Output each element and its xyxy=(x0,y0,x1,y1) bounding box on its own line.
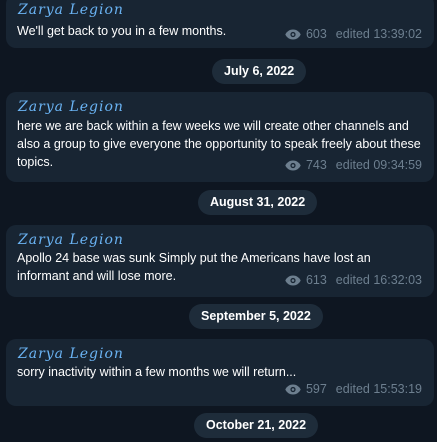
message-time: edited 13:39:02 xyxy=(335,27,422,41)
date-separator[interactable]: October 21, 2022 xyxy=(194,413,319,438)
views-count: 743 xyxy=(305,158,327,172)
eye-icon xyxy=(285,29,301,39)
message-author[interactable]: Zarya Legion xyxy=(18,99,124,115)
views-count: 603 xyxy=(305,27,327,41)
message-text: sorry inactivity within a few months we … xyxy=(17,365,297,379)
message-meta: 603 edited 13:39:02 xyxy=(285,27,422,41)
message-author[interactable]: Zarya Legion xyxy=(18,232,124,248)
message-bubble[interactable]: Zarya Legion here we are back within a f… xyxy=(6,92,434,182)
message-time: edited 16:32:03 xyxy=(335,273,422,287)
message-author[interactable]: Zarya Legion xyxy=(18,346,124,362)
date-separator[interactable]: August 31, 2022 xyxy=(198,190,318,215)
eye-icon xyxy=(285,384,301,394)
views-count: 613 xyxy=(305,273,327,287)
eye-icon xyxy=(285,275,301,285)
eye-icon xyxy=(285,160,301,170)
message-bubble[interactable]: Zarya Legion Apollo 24 base was sunk Sim… xyxy=(6,225,434,297)
date-separator[interactable]: September 5, 2022 xyxy=(189,304,323,329)
message-bubble[interactable]: Zarya Legion sorry inactivity within a f… xyxy=(6,339,434,406)
message-time: edited 15:53:19 xyxy=(335,382,422,396)
message-meta: 743 edited 09:34:59 xyxy=(285,158,422,172)
date-separator[interactable]: July 6, 2022 xyxy=(212,59,307,84)
message-time: edited 09:34:59 xyxy=(335,158,422,172)
message-meta: 597 edited 15:53:19 xyxy=(285,382,422,396)
message-meta: 613 edited 16:32:03 xyxy=(285,273,422,287)
views-count: 597 xyxy=(305,382,327,396)
message-bubble[interactable]: Zarya Legion We'll get back to you in a … xyxy=(6,0,434,48)
message-author[interactable]: Zarya Legion xyxy=(18,2,124,18)
